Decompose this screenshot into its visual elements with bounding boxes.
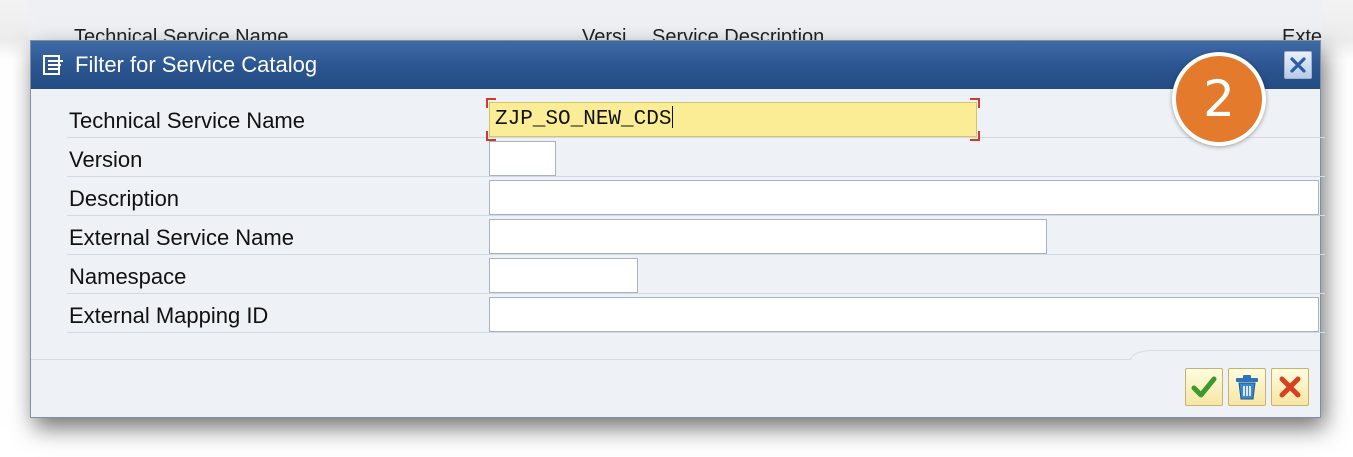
background-table-header: Technical Service Name Versi Service Des… <box>28 0 1323 40</box>
description-input[interactable] <box>489 180 1319 215</box>
delete-button[interactable] <box>1228 368 1266 406</box>
row-version: Version <box>67 138 1325 177</box>
screen: Technical Service Name Versi Service Des… <box>0 0 1353 457</box>
label-technical-service-name: Technical Service Name <box>69 108 305 133</box>
external-mapping-id-input[interactable] <box>489 297 1319 332</box>
step-badge: 2 <box>1172 52 1266 146</box>
row-namespace: Namespace <box>67 255 1325 294</box>
namespace-input[interactable] <box>489 258 638 293</box>
row-external-service-name: External Service Name <box>67 216 1325 255</box>
row-external-mapping-id: External Mapping ID <box>67 294 1325 333</box>
ok-button[interactable] <box>1185 368 1223 406</box>
dialog-title: Filter for Service Catalog <box>75 52 318 77</box>
technical-service-name-input[interactable]: ZJP_SO_NEW_CDS <box>486 98 980 141</box>
label-external-mapping-id: External Mapping ID <box>69 303 269 328</box>
label-version: Version <box>69 147 143 172</box>
cancel-button[interactable] <box>1271 368 1309 406</box>
focus-corner <box>486 98 496 108</box>
close-icon <box>1290 57 1306 73</box>
external-service-name-input[interactable] <box>489 219 1047 254</box>
text-caret <box>672 106 674 128</box>
bg-column-technical-service-name: Technical Service Name <box>74 26 289 40</box>
bg-column-version: Versi <box>582 26 627 40</box>
bg-column-external: Exte <box>1282 26 1323 40</box>
label-namespace: Namespace <box>69 264 187 289</box>
focus-corner <box>970 98 980 108</box>
filter-icon <box>41 53 65 77</box>
bg-column-service-description: Service Description <box>652 26 825 40</box>
dialog-footer <box>31 350 1320 417</box>
label-description: Description <box>69 186 180 211</box>
technical-service-name-value: ZJP_SO_NEW_CDS <box>495 108 672 131</box>
row-description: Description <box>67 177 1325 216</box>
label-external-service-name: External Service Name <box>69 225 294 250</box>
checkmark-icon <box>1191 376 1217 398</box>
close-button[interactable] <box>1284 51 1312 79</box>
footer-divider <box>1130 350 1320 360</box>
trash-icon <box>1236 375 1258 400</box>
dialog-titlebar[interactable]: Filter for Service Catalog <box>31 41 1320 89</box>
cross-icon <box>1279 376 1301 398</box>
version-input[interactable] <box>489 141 556 176</box>
filter-dialog: Filter for Service Catalog Technical Ser… <box>30 40 1325 418</box>
row-technical-service-name: Technical Service Name ZJP_SO_NEW_CDS <box>67 98 1325 141</box>
